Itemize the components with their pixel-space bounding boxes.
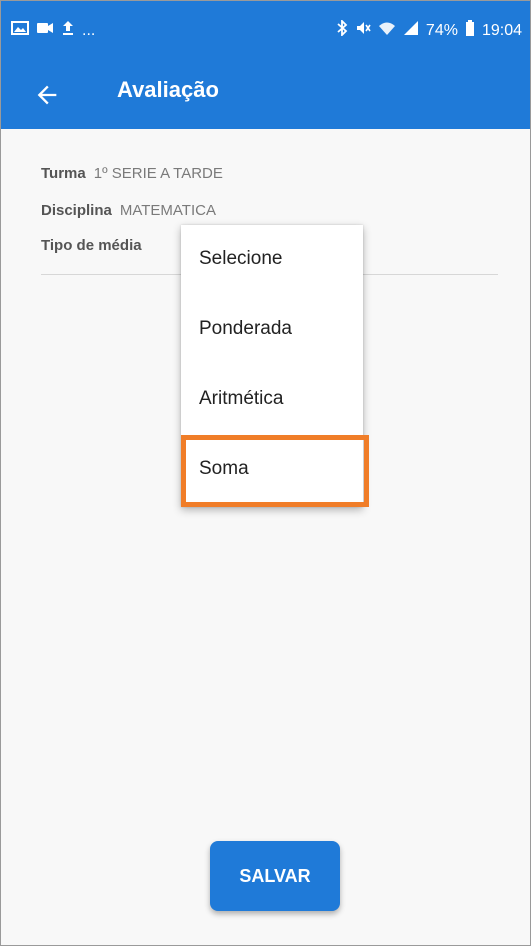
option-soma[interactable]: Soma	[181, 435, 363, 503]
turma-field: Turma 1º SERIE A TARDE	[41, 165, 223, 182]
app-bar: Avaliação	[1, 61, 530, 129]
gallery-icon	[11, 20, 29, 41]
tipo-media-dropdown-menu: Selecione Ponderada Aritmética Soma	[181, 225, 363, 507]
clock: 19:04	[481, 21, 522, 39]
battery-percent: 74%	[425, 21, 458, 39]
disciplina-label: Disciplina	[41, 202, 112, 219]
screen-frame: ... 74% 19:04 Avaliação Turma 1º SERIE A…	[0, 0, 531, 946]
tipo-media-field[interactable]: Tipo de média	[41, 237, 150, 254]
video-icon	[36, 20, 54, 41]
status-bar: ... 74% 19:04	[1, 1, 530, 61]
status-left-icons: ...	[11, 20, 95, 41]
wifi-icon	[378, 20, 396, 41]
page-title: Avaliação	[117, 77, 219, 102]
upload-icon	[61, 20, 75, 41]
back-button[interactable]	[33, 75, 73, 115]
option-aritmetica[interactable]: Aritmética	[181, 365, 363, 433]
notification-more: ...	[82, 21, 96, 39]
turma-value: 1º SERIE A TARDE	[93, 165, 223, 182]
turma-label: Turma	[41, 165, 86, 182]
mute-icon	[355, 20, 371, 41]
bluetooth-icon	[336, 18, 348, 41]
save-button[interactable]: SALVAR	[210, 841, 340, 911]
status-right-icons: 74% 19:04	[336, 18, 522, 41]
tipo-media-label: Tipo de média	[41, 237, 142, 254]
signal-icon	[403, 20, 419, 41]
disciplina-value: MATEMATICA	[119, 202, 216, 219]
option-ponderada[interactable]: Ponderada	[181, 295, 363, 363]
battery-icon	[465, 20, 475, 41]
option-selecione[interactable]: Selecione	[181, 225, 363, 293]
disciplina-field: Disciplina MATEMATICA	[41, 202, 216, 219]
arrow-left-icon	[37, 85, 57, 105]
